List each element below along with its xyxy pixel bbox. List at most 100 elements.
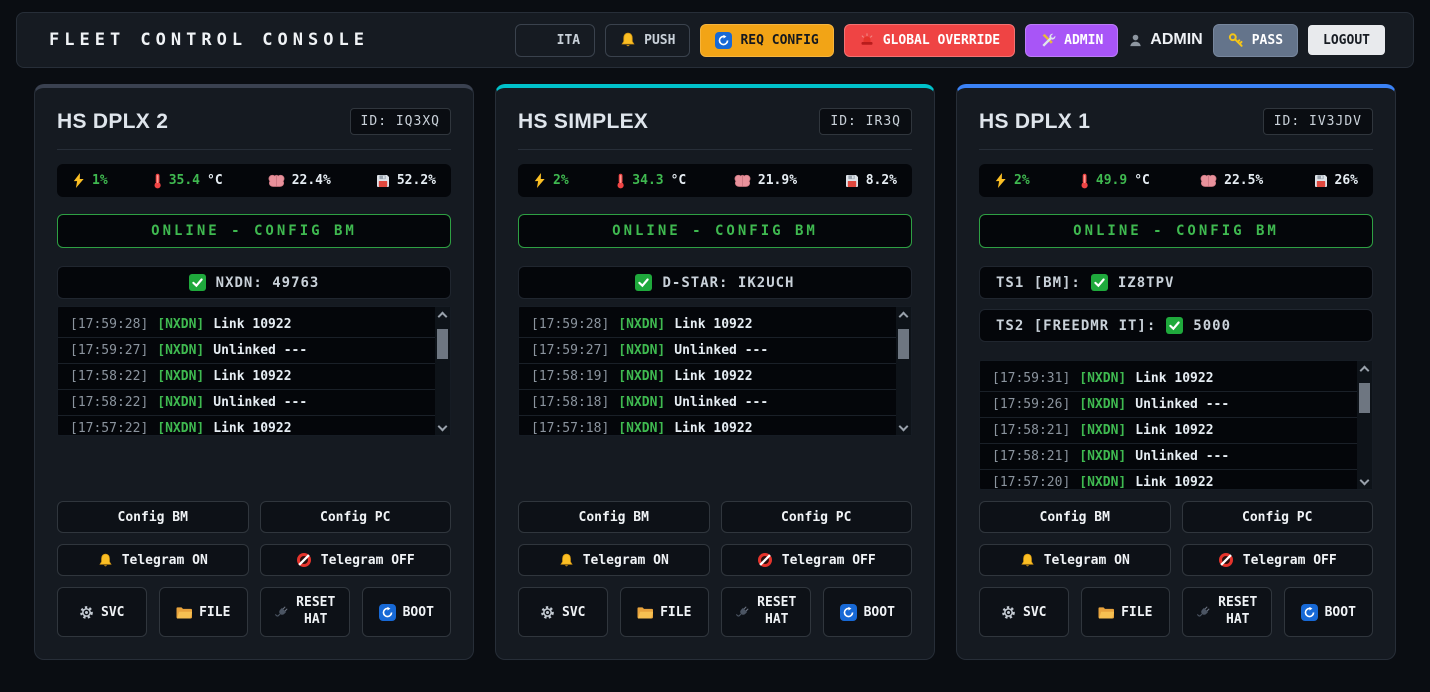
telegram-off-button[interactable]: Telegram OFF	[1182, 544, 1374, 576]
temperature-stat: 34.3 °C	[616, 173, 686, 189]
fleet-cards: HS DPLX 2 ID: IQ3XQ 1% 35.4°C 22.4% 52.2…	[34, 84, 1396, 660]
svc-button[interactable]: SVC	[979, 587, 1069, 637]
log-row: [17:59:27][NXDN]Unlinked ---	[519, 338, 896, 364]
log-scrollbar[interactable]	[435, 307, 450, 435]
telegram-on-button[interactable]: Telegram ON	[518, 544, 710, 576]
config-pc-button[interactable]: Config PC	[1182, 501, 1374, 533]
svc-button[interactable]: SVC	[518, 587, 608, 637]
file-button[interactable]: FILE	[620, 587, 710, 637]
config-bm-button[interactable]: Config BM	[57, 501, 249, 533]
refresh-icon	[715, 32, 732, 49]
language-label: ITA	[557, 33, 580, 48]
log-row: [17:58:22][NXDN]Unlinked ---	[58, 390, 435, 416]
cpu-value: 22.4%	[292, 173, 331, 188]
logout-button[interactable]: LOGOUT	[1308, 25, 1385, 55]
thermometer-icon	[153, 173, 162, 189]
admin-button[interactable]: ADMIN	[1025, 24, 1118, 57]
status-banner: ONLINE - CONFIG BM	[979, 214, 1373, 248]
reset-hat-button[interactable]: RESET HAT	[260, 587, 350, 637]
folder-icon	[176, 606, 192, 619]
telegram-off-button[interactable]: Telegram OFF	[260, 544, 452, 576]
status-banner: ONLINE - CONFIG BM	[518, 214, 912, 248]
log-scrollbar[interactable]	[896, 307, 911, 435]
push-label: PUSH	[644, 33, 675, 48]
telegram-on-label: Telegram ON	[1044, 553, 1130, 568]
log-row: [17:59:28][NXDN]Link 10922	[519, 312, 896, 338]
log-message: Unlinked ---	[1135, 449, 1229, 464]
log-time: [17:58:18]	[531, 395, 609, 410]
reset-hat-button[interactable]: RESET HAT	[1182, 587, 1272, 637]
log-row: [17:57:18][NXDN]Link 10922	[519, 416, 896, 436]
cpu-stat: 22.4%	[268, 173, 331, 188]
scroll-down-icon[interactable]	[899, 422, 909, 432]
temperature-stat: 49.9°C	[1080, 173, 1150, 189]
thermometer-icon	[616, 173, 625, 189]
scroll-down-icon[interactable]	[1360, 476, 1370, 486]
bolt-icon	[72, 173, 85, 188]
config-bm-button[interactable]: Config BM	[518, 501, 710, 533]
log-rows: [17:59:31][NXDN]Link 10922 [17:59:26][NX…	[980, 361, 1357, 489]
log-scrollbar[interactable]	[1357, 361, 1372, 489]
scroll-down-icon[interactable]	[438, 422, 448, 432]
log-tag: [NXDN]	[157, 369, 204, 384]
telegram-off-label: Telegram OFF	[782, 553, 876, 568]
scroll-up-icon[interactable]	[438, 312, 448, 322]
mode-panel: D-STAR: IK2UCH	[518, 266, 912, 299]
brain-icon	[1200, 174, 1217, 188]
folder-icon	[1098, 606, 1114, 619]
log-rows: [17:59:28][NXDN]Link 10922 [17:59:27][NX…	[519, 307, 896, 435]
global-override-button[interactable]: GLOBAL OVERRIDE	[844, 24, 1015, 57]
boot-button[interactable]: BOOT	[823, 587, 913, 637]
config-pc-label: Config PC	[1242, 510, 1312, 525]
log-tag: [NXDN]	[1079, 449, 1126, 464]
telegram-on-button[interactable]: Telegram ON	[57, 544, 249, 576]
scrollbar-thumb[interactable]	[1359, 383, 1370, 413]
scrollbar-thumb[interactable]	[898, 329, 909, 359]
scroll-up-icon[interactable]	[1360, 366, 1370, 376]
config-bm-button[interactable]: Config BM	[979, 501, 1171, 533]
config-pc-button[interactable]: Config PC	[721, 501, 913, 533]
svc-button[interactable]: SVC	[57, 587, 147, 637]
mode-prefix: TS1 [BM]:	[996, 275, 1081, 291]
card-title: HS DPLX 1	[979, 110, 1090, 134]
mode-panel-ts1: TS1 [BM]: IZ8TPV	[979, 266, 1373, 299]
log-message: Link 10922	[213, 317, 291, 332]
req-config-button[interactable]: REQ CONFIG	[700, 24, 833, 57]
tools-icon	[1040, 32, 1056, 48]
language-button[interactable]: ITA	[515, 24, 595, 57]
reset-hat-button[interactable]: RESET HAT	[721, 587, 811, 637]
disk-value: 8.2%	[866, 173, 897, 188]
pass-label: PASS	[1252, 33, 1283, 48]
log-tag: [NXDN]	[1079, 397, 1126, 412]
temperature-value: 34.3	[632, 173, 663, 188]
push-button[interactable]: PUSH	[605, 24, 690, 57]
log-tag: [NXDN]	[618, 421, 665, 436]
mode-value: IZ8TPV	[1118, 275, 1175, 291]
boot-button[interactable]: BOOT	[362, 587, 452, 637]
pass-button[interactable]: PASS	[1213, 24, 1298, 57]
mode-panel: NXDN: 49763	[57, 266, 451, 299]
temperature-unit: °C	[1134, 173, 1150, 188]
italy-flag-icon	[530, 34, 549, 47]
stats-bar: 2% 34.3°C 21.9% 8.2%	[518, 164, 912, 197]
telegram-on-button[interactable]: Telegram ON	[979, 544, 1171, 576]
file-button[interactable]: FILE	[1081, 587, 1171, 637]
boot-button[interactable]: BOOT	[1284, 587, 1374, 637]
divider	[57, 149, 451, 150]
temperature-unit: °C	[671, 173, 687, 188]
scroll-up-icon[interactable]	[899, 312, 909, 322]
file-button[interactable]: FILE	[159, 587, 249, 637]
config-pc-button[interactable]: Config PC	[260, 501, 452, 533]
scrollbar-thumb[interactable]	[437, 329, 448, 359]
log-tag: [NXDN]	[157, 421, 204, 436]
boot-label: BOOT	[403, 605, 434, 620]
reset-hat-label: RESET HAT	[1218, 595, 1257, 629]
floppy-icon	[845, 174, 859, 188]
no-entry-icon	[1218, 552, 1234, 568]
stats-bar: 2% 49.9°C 22.5% 26%	[979, 164, 1373, 197]
config-bm-label: Config BM	[1040, 510, 1110, 525]
bolt-icon	[994, 173, 1007, 188]
telegram-off-button[interactable]: Telegram OFF	[721, 544, 913, 576]
brain-icon	[268, 174, 285, 188]
check-icon	[635, 274, 652, 291]
